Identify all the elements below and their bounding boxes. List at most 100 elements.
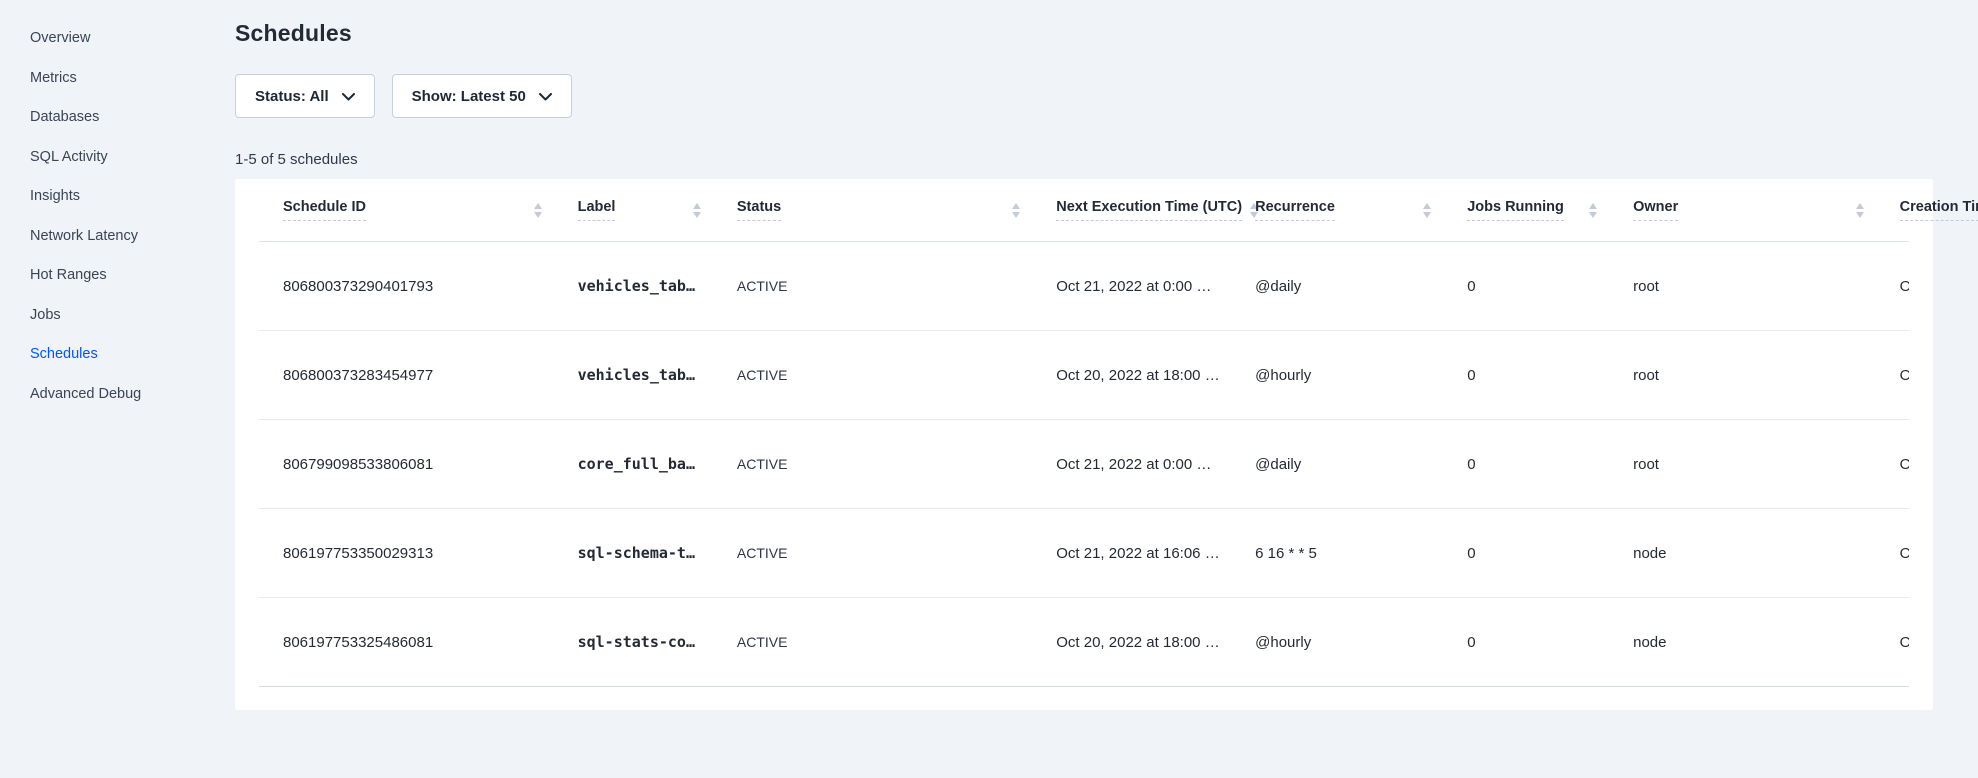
sidebar-item-0[interactable]: Overview [30, 27, 235, 49]
sort-desc-arrow-icon [1012, 212, 1020, 218]
cell-next-execution: Oct 21, 2022 at 16:06 UTC [1032, 509, 1231, 598]
table-row: 806800373290401793 vehicles_table_backup… [259, 242, 1909, 331]
sort-desc-arrow-icon [1423, 212, 1431, 218]
cell-jobs-running: 0 [1443, 242, 1609, 331]
cell-status: ACTIVE [713, 331, 1032, 420]
cell-owner: root [1609, 331, 1876, 420]
sidebar-item-3[interactable]: SQL Activity [30, 146, 235, 168]
cell-recurrence: @hourly [1231, 598, 1443, 687]
column-header-label: Recurrence [1255, 199, 1335, 221]
sidebar-item-8[interactable]: Schedules [30, 343, 235, 365]
sidebar-item-9[interactable]: Advanced Debug [30, 383, 235, 405]
cell-owner: node [1609, 598, 1876, 687]
column-header-1[interactable]: Label [554, 179, 713, 242]
cell-jobs-running: 0 [1443, 509, 1609, 598]
cell-owner: node [1609, 509, 1876, 598]
filter-dropdown-0[interactable]: Status: All [235, 74, 375, 118]
cell-jobs-running: 0 [1443, 420, 1609, 509]
cell-status: ACTIVE [713, 420, 1032, 509]
chevron-down-icon [539, 88, 552, 105]
column-header-label: Next Execution Time (UTC) [1056, 199, 1242, 221]
cell-creation-time: Oct 20, 2022 at 17:12 UTC [1876, 420, 1909, 509]
sort-desc-arrow-icon [534, 212, 542, 218]
results-count: 1-5 of 5 schedules [235, 151, 1933, 168]
cell-next-execution: Oct 20, 2022 at 18:00 UTC [1032, 331, 1231, 420]
sidebar-item-4[interactable]: Insights [30, 185, 235, 207]
table-row: 806197753350029313 sql-schema-telemetry … [259, 509, 1909, 598]
sidebar-item-5[interactable]: Network Latency [30, 225, 235, 247]
sort-arrows-icon[interactable] [1423, 203, 1431, 218]
filter-dropdown-label: Show: Latest 50 [412, 88, 526, 105]
cell-schedule-id: 806799098533806081 [259, 420, 554, 509]
table-row: 806799098533806081 core_full_backups ACT… [259, 420, 1909, 509]
column-header-label: Schedule ID [283, 199, 366, 221]
cell-status: ACTIVE [713, 509, 1032, 598]
sort-asc-arrow-icon [693, 203, 701, 209]
column-header-7[interactable]: Creation Time (UTC) [1876, 179, 1909, 242]
sidebar-item-6[interactable]: Hot Ranges [30, 264, 235, 286]
cell-creation-time: Oct 18, 2022 at 14:13 UTC [1876, 509, 1909, 598]
cell-label: vehicles_table_backup [554, 331, 713, 420]
cell-owner: root [1609, 420, 1876, 509]
cell-creation-time: Oct 20, 2022 at 17:18 UTC [1876, 242, 1909, 331]
cell-schedule-id: 806800373283454977 [259, 331, 554, 420]
sort-arrows-icon[interactable] [1589, 203, 1597, 218]
sort-asc-arrow-icon [1012, 203, 1020, 209]
table-header: Schedule ID Label [259, 179, 1909, 242]
filter-dropdown-label: Status: All [255, 88, 329, 105]
sort-asc-arrow-icon [1589, 203, 1597, 209]
column-header-4[interactable]: Recurrence [1231, 179, 1443, 242]
table-body: 806800373290401793 vehicles_table_backup… [259, 242, 1909, 687]
cell-status: ACTIVE [713, 242, 1032, 331]
column-header-0[interactable]: Schedule ID [259, 179, 554, 242]
cell-schedule-id: 806800373290401793 [259, 242, 554, 331]
column-header-label: Status [737, 199, 781, 221]
sort-desc-arrow-icon [1856, 212, 1864, 218]
cell-creation-time: Oct 20, 2022 at 17:18 UTC [1876, 331, 1909, 420]
cell-status: ACTIVE [713, 598, 1032, 687]
cell-label: core_full_backups [554, 420, 713, 509]
cell-creation-time: Oct 18, 2022 at 14:13 UTC [1876, 598, 1909, 687]
column-header-6[interactable]: Owner [1609, 179, 1876, 242]
column-header-label: Owner [1633, 199, 1678, 221]
sort-arrows-icon[interactable] [1012, 203, 1020, 218]
column-header-3[interactable]: Next Execution Time (UTC) [1032, 179, 1231, 242]
column-header-label: Label [578, 199, 616, 221]
cell-recurrence: @daily [1231, 420, 1443, 509]
cell-label: vehicles_table_backup [554, 242, 713, 331]
schedules-table-card: Schedule ID Label [235, 179, 1933, 710]
sidebar-item-1[interactable]: Metrics [30, 67, 235, 89]
column-header-5[interactable]: Jobs Running [1443, 179, 1609, 242]
cell-label: sql-schema-telemetry [554, 509, 713, 598]
app-layout: Overview Metrics Databases SQL Activity … [0, 0, 1978, 778]
cell-jobs-running: 0 [1443, 331, 1609, 420]
column-header-2[interactable]: Status [713, 179, 1032, 242]
sidebar-item-7[interactable]: Jobs [30, 304, 235, 326]
chevron-down-icon [342, 88, 355, 105]
cell-recurrence: @daily [1231, 242, 1443, 331]
sort-desc-arrow-icon [693, 212, 701, 218]
filter-dropdown-1[interactable]: Show: Latest 50 [392, 74, 572, 118]
column-header-label: Jobs Running [1467, 199, 1564, 221]
cell-schedule-id: 806197753350029313 [259, 509, 554, 598]
cell-jobs-running: 0 [1443, 598, 1609, 687]
sort-desc-arrow-icon [1589, 212, 1597, 218]
sidebar-item-2[interactable]: Databases [30, 106, 235, 128]
sort-arrows-icon[interactable] [1856, 203, 1864, 218]
schedules-table: Schedule ID Label [259, 179, 1909, 687]
page-title: Schedules [235, 20, 1933, 47]
cell-next-execution: Oct 21, 2022 at 0:00 UTC [1032, 242, 1231, 331]
main-content: Schedules Status: All Show: Latest 50 [235, 0, 1978, 778]
sort-asc-arrow-icon [1856, 203, 1864, 209]
cell-recurrence: 6 16 * * 5 [1231, 509, 1443, 598]
cell-next-execution: Oct 20, 2022 at 18:00 UTC [1032, 598, 1231, 687]
cell-label: sql-stats-compaction [554, 598, 713, 687]
sort-asc-arrow-icon [534, 203, 542, 209]
table-row: 806800373283454977 vehicles_table_backup… [259, 331, 1909, 420]
table-row: 806197753325486081 sql-stats-compaction … [259, 598, 1909, 687]
sort-asc-arrow-icon [1423, 203, 1431, 209]
sort-arrows-icon[interactable] [693, 203, 701, 218]
cell-next-execution: Oct 21, 2022 at 0:00 UTC [1032, 420, 1231, 509]
sort-arrows-icon[interactable] [534, 203, 542, 218]
cell-schedule-id: 806197753325486081 [259, 598, 554, 687]
